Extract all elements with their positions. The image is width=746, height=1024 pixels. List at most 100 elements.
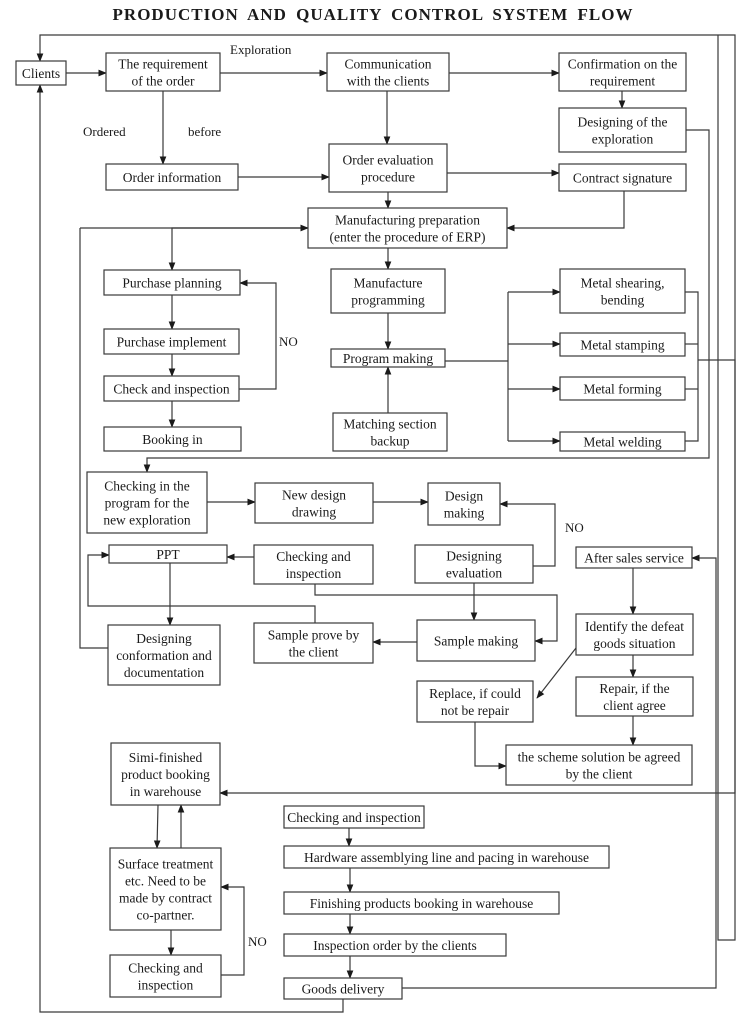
node-text-line: Order evaluation — [342, 152, 433, 167]
node-designing-evaluation: Designing evaluation — [414, 544, 534, 584]
node-text-line: drawing — [292, 504, 336, 519]
node-metal-stamping: Metal stamping — [559, 332, 686, 357]
label-no-design: NO — [565, 520, 584, 535]
node-box — [328, 143, 448, 193]
label-before: before — [188, 124, 221, 139]
node-text-line: Matching section — [343, 416, 437, 431]
node-order-evaluation-procedure: Order evaluation procedure — [328, 143, 448, 193]
node-text-line: Sample prove by — [268, 627, 360, 642]
node-text-line: The requirement — [118, 56, 208, 71]
node-sample-prove-by-client: Sample prove by the client — [253, 622, 374, 664]
node-goods-delivery: Goods delivery — [283, 977, 403, 1000]
node-checking-and-inspection-design: Checking and inspection — [253, 544, 374, 585]
node-text-line: Confirmation on the — [568, 56, 677, 71]
node-text-line: client agree — [603, 698, 666, 713]
node-checking-program-new-exploration: Checking in the program for the new explor… — [86, 471, 208, 534]
node-text-line: Designing — [446, 548, 502, 563]
node-text-line: Checking and inspection — [287, 810, 421, 825]
node-text-line: New design — [282, 487, 346, 502]
node-text-line: requirement — [590, 73, 655, 88]
node-text-line: Designing of the — [578, 114, 668, 129]
node-text-line: Sample making — [434, 633, 519, 648]
node-check-and-inspection-purchase: Check and inspection — [103, 375, 240, 402]
node-manufacture-programming: Manufacture programming — [330, 268, 446, 314]
node-text-line: Metal forming — [583, 381, 662, 396]
node-text-line: Manufacturing preparation — [335, 212, 480, 227]
node-text-line: Metal shearing, — [581, 275, 665, 290]
node-metal-shearing-bending: Metal shearing, bending — [559, 268, 686, 314]
connector-contract-to-manufacturing — [506, 191, 625, 232]
node-text-line: exploration — [592, 131, 654, 146]
node-text-line: Check and inspection — [113, 381, 229, 396]
node-text-line: inspection — [286, 566, 342, 581]
node-text-line: Checking and — [128, 960, 203, 975]
node-text-line: bending — [601, 292, 645, 307]
node-text-line: new exploration — [103, 512, 191, 527]
node-text-line: etc. Need to be — [125, 873, 206, 888]
node-new-design-drawing: New design drawing — [254, 482, 374, 524]
node-text-line: by the client — [566, 766, 633, 781]
node-text-line: Designing — [136, 631, 192, 646]
node-after-sales-service: After sales service — [575, 546, 693, 569]
node-text-line: backup — [371, 433, 410, 448]
node-contract-signature: Contract signature — [558, 163, 687, 192]
label-ordered: Ordered — [83, 124, 126, 139]
node-text-line: making — [444, 505, 485, 520]
node-text-line: Identify the defeat — [585, 619, 684, 634]
node-text-line: Booking in — [142, 432, 203, 447]
node-text-line: goods situation — [593, 636, 675, 651]
node-sample-making: Sample making — [416, 619, 536, 662]
node-text-line: Program making — [343, 351, 434, 366]
node-text-line: Manufacture — [354, 275, 423, 290]
label-no-surface: NO — [248, 934, 267, 949]
node-purchase-planning: Purchase planning — [103, 269, 241, 296]
node-text-line: Design — [445, 488, 483, 503]
connector-identify-to-replace — [536, 647, 577, 699]
node-text-line: Checking in the — [104, 478, 189, 493]
node-text-line: of the order — [132, 73, 195, 88]
node-text-line: Metal welding — [583, 434, 662, 449]
node-confirmation-on-requirement: Confirmation on the requirement — [558, 52, 687, 92]
node-text-line: Hardware assemblying line and pacing in … — [304, 850, 589, 865]
node-text-line: Replace, if could — [429, 686, 521, 701]
node-text-line: Contract signature — [573, 170, 672, 185]
node-text-line: conformation and — [116, 648, 212, 663]
node-text-line: Checking and — [276, 549, 351, 564]
node-inspection-order-by-clients: Inspection order by the clients — [283, 933, 507, 957]
node-design-making: Design making — [427, 482, 501, 526]
connector-manufacturing-to-purchase — [168, 227, 308, 271]
node-metal-welding: Metal welding — [559, 431, 686, 452]
node-text-line: procedure — [361, 169, 415, 184]
node-text-line: Finishing products booking in warehouse — [310, 896, 533, 911]
node-text-line: Simi-finished — [129, 750, 203, 765]
node-identify-defeat-goods: Identify the defeat goods situation — [575, 613, 694, 656]
node-manufacturing-preparation: Manufacturing preparation (enter the proc… — [307, 207, 508, 249]
node-text-line: program for the — [105, 495, 190, 510]
connector-replace-to-scheme — [474, 722, 507, 770]
node-text-line: Inspection order by the clients — [313, 938, 476, 953]
node-program-making: Program making — [330, 348, 446, 368]
node-checking-and-inspection-assembly: Checking and inspection — [283, 805, 425, 829]
node-text-line: co-partner. — [136, 907, 194, 922]
connector-checking-surface-no-loop — [220, 883, 245, 976]
flowchart: Clients The requirement of the order Commun… — [15, 34, 736, 1013]
node-matching-section-backup: Matching section backup — [332, 412, 448, 452]
node-text-line: Clients — [22, 66, 60, 81]
label-no-purchase: NO — [279, 334, 298, 349]
node-text-line: the scheme solution be agreed — [518, 749, 681, 764]
node-text-line: Order information — [123, 170, 222, 185]
label-exploration: Exploration — [230, 42, 292, 57]
node-text-line: Repair, if the — [599, 681, 669, 696]
node-text-line: inspection — [138, 977, 194, 992]
node-text-line: documentation — [124, 665, 204, 680]
node-communication-with-clients: Communication with the clients — [326, 52, 450, 92]
node-text-line: made by contract — [119, 890, 212, 905]
node-text-line: Communication — [345, 56, 432, 71]
node-text-line: Surface treatment — [118, 856, 214, 871]
node-text-line: (enter the procedure of ERP) — [330, 229, 486, 244]
connector-semi-finished-to-surface — [153, 804, 161, 849]
node-ppt: PPT — [108, 544, 228, 564]
node-designing-of-exploration: Designing of the exploration — [558, 107, 687, 153]
node-order-information: Order information — [105, 163, 239, 191]
node-repair-if-client-agree: Repair, if the client agree — [575, 676, 694, 717]
